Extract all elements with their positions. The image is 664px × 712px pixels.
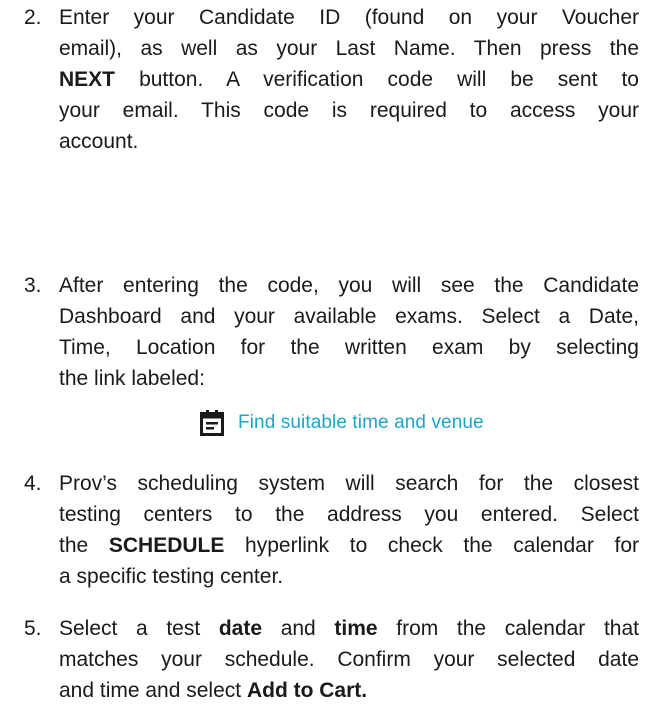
find-time-venue-link[interactable]: Find suitable time and venue — [200, 406, 484, 440]
bold-text: date — [218, 617, 263, 640]
text-line: Select a test date and time from the cal… — [59, 613, 639, 644]
text-run: and time and select — [59, 679, 247, 702]
step-text: After entering the code, you will see th… — [59, 270, 639, 394]
text-run: account. — [59, 130, 139, 153]
text-line: account. — [59, 126, 639, 157]
text-line: your email. This code is required to acc… — [59, 95, 639, 126]
text-run: a specific testing center. — [59, 565, 284, 588]
text-line: the link labeled: — [59, 363, 639, 394]
text-line: email), as well as your Last Name. Then … — [59, 33, 639, 64]
text-run: testing centers to the address you enter… — [59, 503, 639, 526]
step-number: 3. — [24, 274, 42, 297]
text-run: matches your schedule. Confirm your sele… — [59, 648, 639, 671]
text-line: testing centers to the address you enter… — [59, 499, 639, 530]
bold-text: NEXT — [59, 68, 116, 91]
text-line: the SCHEDULE hyperlink to check the cale… — [59, 530, 639, 561]
text-line: NEXT button. A verification code will be… — [59, 64, 639, 95]
instructions-document: 2. Enter your Candidate ID (found on you… — [0, 0, 664, 712]
text-run: email), as well as your Last Name. Then … — [59, 37, 639, 60]
text-line: Enter your Candidate ID (found on your V… — [59, 2, 639, 33]
bold-text: Add to Cart. — [246, 679, 368, 702]
text-run: hyperlink to check the calendar for — [224, 534, 639, 557]
text-run: Dashboard and your available exams. Sele… — [59, 305, 639, 328]
step-text: Select a test date and time from the cal… — [59, 613, 639, 706]
text-line: matches your schedule. Confirm your sele… — [59, 644, 639, 675]
step-text: Enter your Candidate ID (found on your V… — [59, 2, 639, 157]
calendar-icon — [200, 410, 224, 436]
find-time-venue-label[interactable]: Find suitable time and venue — [238, 412, 484, 434]
bold-text: SCHEDULE — [108, 534, 225, 557]
text-line: Dashboard and your available exams. Sele… — [59, 301, 639, 332]
text-line: Time, Location for the written exam by s… — [59, 332, 639, 363]
text-run: the link labeled: — [59, 367, 205, 390]
text-run: from the calendar that — [377, 617, 639, 640]
text-run: Enter your Candidate ID (found on your V… — [59, 6, 639, 29]
text-line: Prov’s scheduling system will search for… — [59, 468, 639, 499]
text-run: button. A verification code will be sent… — [115, 68, 639, 91]
text-run: Prov’s scheduling system will search for… — [59, 472, 639, 495]
step-number: 2. — [24, 6, 42, 29]
text-run: and — [262, 617, 335, 640]
text-run: Select a test — [59, 617, 219, 640]
step-number: 4. — [24, 472, 42, 495]
text-line: and time and select Add to Cart. — [59, 675, 639, 706]
text-run: After entering the code, you will see th… — [59, 274, 639, 297]
text-run: the — [59, 534, 109, 557]
text-run: your email. This code is required to acc… — [59, 99, 639, 122]
text-run: Time, Location for the written exam by s… — [59, 336, 639, 359]
text-line: After entering the code, you will see th… — [59, 270, 639, 301]
bold-text: time — [334, 617, 378, 640]
step-text: Prov’s scheduling system will search for… — [59, 468, 639, 592]
step-number: 5. — [24, 617, 42, 640]
text-line: a specific testing center. — [59, 561, 639, 592]
